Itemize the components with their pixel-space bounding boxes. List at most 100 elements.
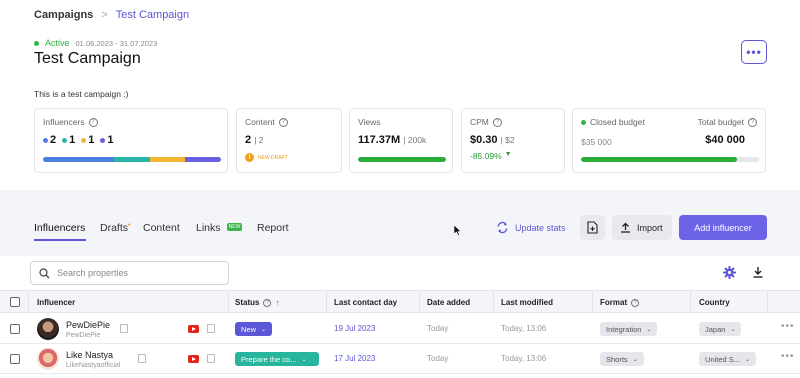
gear-icon[interactable] bbox=[723, 266, 736, 279]
influencers-bar-blue bbox=[43, 157, 115, 162]
date-added: Today bbox=[427, 354, 449, 363]
avatar bbox=[37, 318, 59, 340]
tab-report[interactable]: Report bbox=[257, 222, 289, 234]
column-country[interactable]: Country bbox=[699, 298, 730, 307]
column-influencer[interactable]: Influencer bbox=[37, 298, 75, 307]
search-box[interactable] bbox=[30, 261, 229, 285]
question-icon[interactable]: ? bbox=[88, 117, 98, 127]
chevron-down-icon: ⌄ bbox=[745, 356, 751, 363]
more-icon: ••• bbox=[746, 45, 762, 59]
views-progress bbox=[358, 157, 446, 162]
row-checkbox[interactable] bbox=[10, 354, 20, 364]
table-row[interactable]: PewDiePie PewDiePie New ⌄ 19 Jul 2023 To… bbox=[0, 314, 800, 344]
influencers-bar bbox=[43, 157, 221, 162]
count-purple: 1 bbox=[107, 134, 114, 146]
more-options-button[interactable]: ••• bbox=[741, 40, 767, 64]
format-dropdown[interactable]: Shorts ⌄ bbox=[600, 352, 644, 366]
row-more-icon[interactable]: ••• bbox=[781, 351, 795, 362]
influencers-card: Influencers? 2 1 1 1 bbox=[34, 108, 228, 173]
status-dropdown[interactable]: New ⌄ bbox=[235, 322, 273, 336]
update-stats-button[interactable]: Update stats bbox=[496, 221, 566, 234]
download-icon[interactable] bbox=[752, 266, 764, 278]
last-contact-date[interactable]: 19 Jul 2023 bbox=[334, 324, 375, 333]
influencer-name[interactable]: Like Nastya bbox=[66, 350, 113, 360]
links-new-badge: NEW bbox=[227, 223, 242, 231]
column-status[interactable]: Status ? ↑ bbox=[235, 298, 279, 307]
search-icon bbox=[39, 267, 50, 278]
cpm-label: CPM bbox=[470, 117, 489, 127]
count-dot-purple bbox=[100, 137, 106, 143]
tab-influencers[interactable]: Influencers bbox=[34, 222, 85, 234]
views-card: Views 117.37M | 200k bbox=[349, 108, 453, 173]
row-more-icon[interactable]: ••• bbox=[781, 321, 795, 332]
status-dropdown[interactable]: Prepare the co... ⌄ bbox=[235, 352, 319, 366]
country-dropdown[interactable]: United S... ⌄ bbox=[699, 352, 757, 366]
influencer-name[interactable]: PewDiePie bbox=[66, 320, 110, 330]
select-all-checkbox[interactable] bbox=[10, 297, 20, 307]
last-contact-date[interactable]: 17 Jul 2023 bbox=[334, 354, 375, 363]
question-icon[interactable]: ? bbox=[492, 117, 502, 127]
column-date-added[interactable]: Date added bbox=[427, 298, 470, 307]
influencer-handle: PewDiePie bbox=[66, 332, 101, 339]
count-teal: 1 bbox=[69, 134, 76, 146]
youtube-icon[interactable] bbox=[188, 325, 199, 333]
search-input[interactable] bbox=[57, 268, 207, 278]
cpm-change: -85.09% ▼ bbox=[470, 151, 512, 161]
breadcrumb-campaigns[interactable]: Campaigns bbox=[34, 9, 93, 21]
column-last-modified[interactable]: Last modified bbox=[501, 298, 553, 307]
file-plus-icon bbox=[587, 221, 598, 234]
table-row[interactable]: Like Nastya LikeNastyaofficial Prepare t… bbox=[0, 344, 800, 374]
question-icon[interactable]: ? bbox=[748, 117, 757, 127]
import-button[interactable]: Import bbox=[612, 215, 672, 240]
country-dropdown[interactable]: Japan ⌄ bbox=[699, 322, 742, 336]
count-dot-yellow bbox=[81, 137, 87, 143]
country-value: United S... bbox=[705, 354, 741, 364]
active-tab-indicator bbox=[34, 239, 86, 241]
total-budget-label: Total budget bbox=[697, 117, 744, 127]
status-value: New bbox=[241, 324, 257, 334]
tab-drafts[interactable]: Drafts• bbox=[100, 222, 130, 234]
breadcrumb-current: Test Campaign bbox=[115, 9, 190, 21]
last-modified: Today, 13:06 bbox=[501, 324, 547, 333]
question-icon[interactable]: ? bbox=[278, 117, 288, 127]
add-file-button[interactable] bbox=[580, 215, 605, 240]
column-format[interactable]: Format ? bbox=[600, 298, 640, 307]
copy-icon[interactable] bbox=[120, 324, 128, 333]
tab-links[interactable]: Links bbox=[196, 222, 221, 234]
cpm-sub: | $2 bbox=[500, 135, 515, 145]
import-label: Import bbox=[637, 222, 663, 233]
influencer-handle: LikeNastyaofficial bbox=[66, 362, 121, 369]
avatar bbox=[37, 348, 59, 370]
add-influencer-button[interactable]: Add influencer bbox=[679, 215, 767, 240]
new-draft-badge: ! NEW DRAFT bbox=[245, 153, 288, 162]
question-icon[interactable]: ? bbox=[631, 298, 640, 307]
count-dot-blue bbox=[43, 137, 48, 143]
content-value: 2 bbox=[245, 134, 252, 146]
chevron-down-icon: ⌄ bbox=[730, 326, 736, 333]
campaign-status-line: Active 01.06.2023 - 31.07.2023 bbox=[34, 38, 157, 48]
sort-arrow-icon[interactable]: ↑ bbox=[275, 298, 279, 307]
column-last-contact[interactable]: Last contact day bbox=[334, 298, 397, 307]
youtube-icon[interactable] bbox=[188, 355, 199, 363]
influencers-label: Influencers bbox=[43, 117, 85, 127]
copy-icon[interactable] bbox=[207, 354, 215, 363]
drafts-indicator: • bbox=[128, 222, 131, 229]
question-icon[interactable]: ? bbox=[263, 298, 272, 307]
tab-content[interactable]: Content bbox=[143, 222, 180, 234]
budget-progress bbox=[581, 157, 759, 162]
cpm-change-value: -85.09% bbox=[470, 151, 502, 161]
content-card: Content? 2 | 2 ! NEW DRAFT bbox=[236, 108, 342, 173]
count-blue: 2 bbox=[50, 134, 57, 146]
tab-drafts-label: Drafts bbox=[100, 222, 129, 234]
sync-icon bbox=[497, 221, 508, 234]
date-added: Today bbox=[427, 324, 449, 333]
copy-icon[interactable] bbox=[207, 324, 215, 333]
row-checkbox[interactable] bbox=[10, 324, 20, 334]
country-value: Japan bbox=[705, 324, 726, 334]
influencers-bar-purple bbox=[185, 157, 221, 162]
table-header: Influencer Status ? ↑ Last contact day D… bbox=[0, 290, 800, 314]
copy-icon[interactable] bbox=[138, 354, 146, 363]
format-value: Shorts bbox=[606, 354, 628, 364]
format-dropdown[interactable]: Integration ⌄ bbox=[600, 322, 658, 336]
triangle-down-icon: ▼ bbox=[504, 151, 512, 158]
